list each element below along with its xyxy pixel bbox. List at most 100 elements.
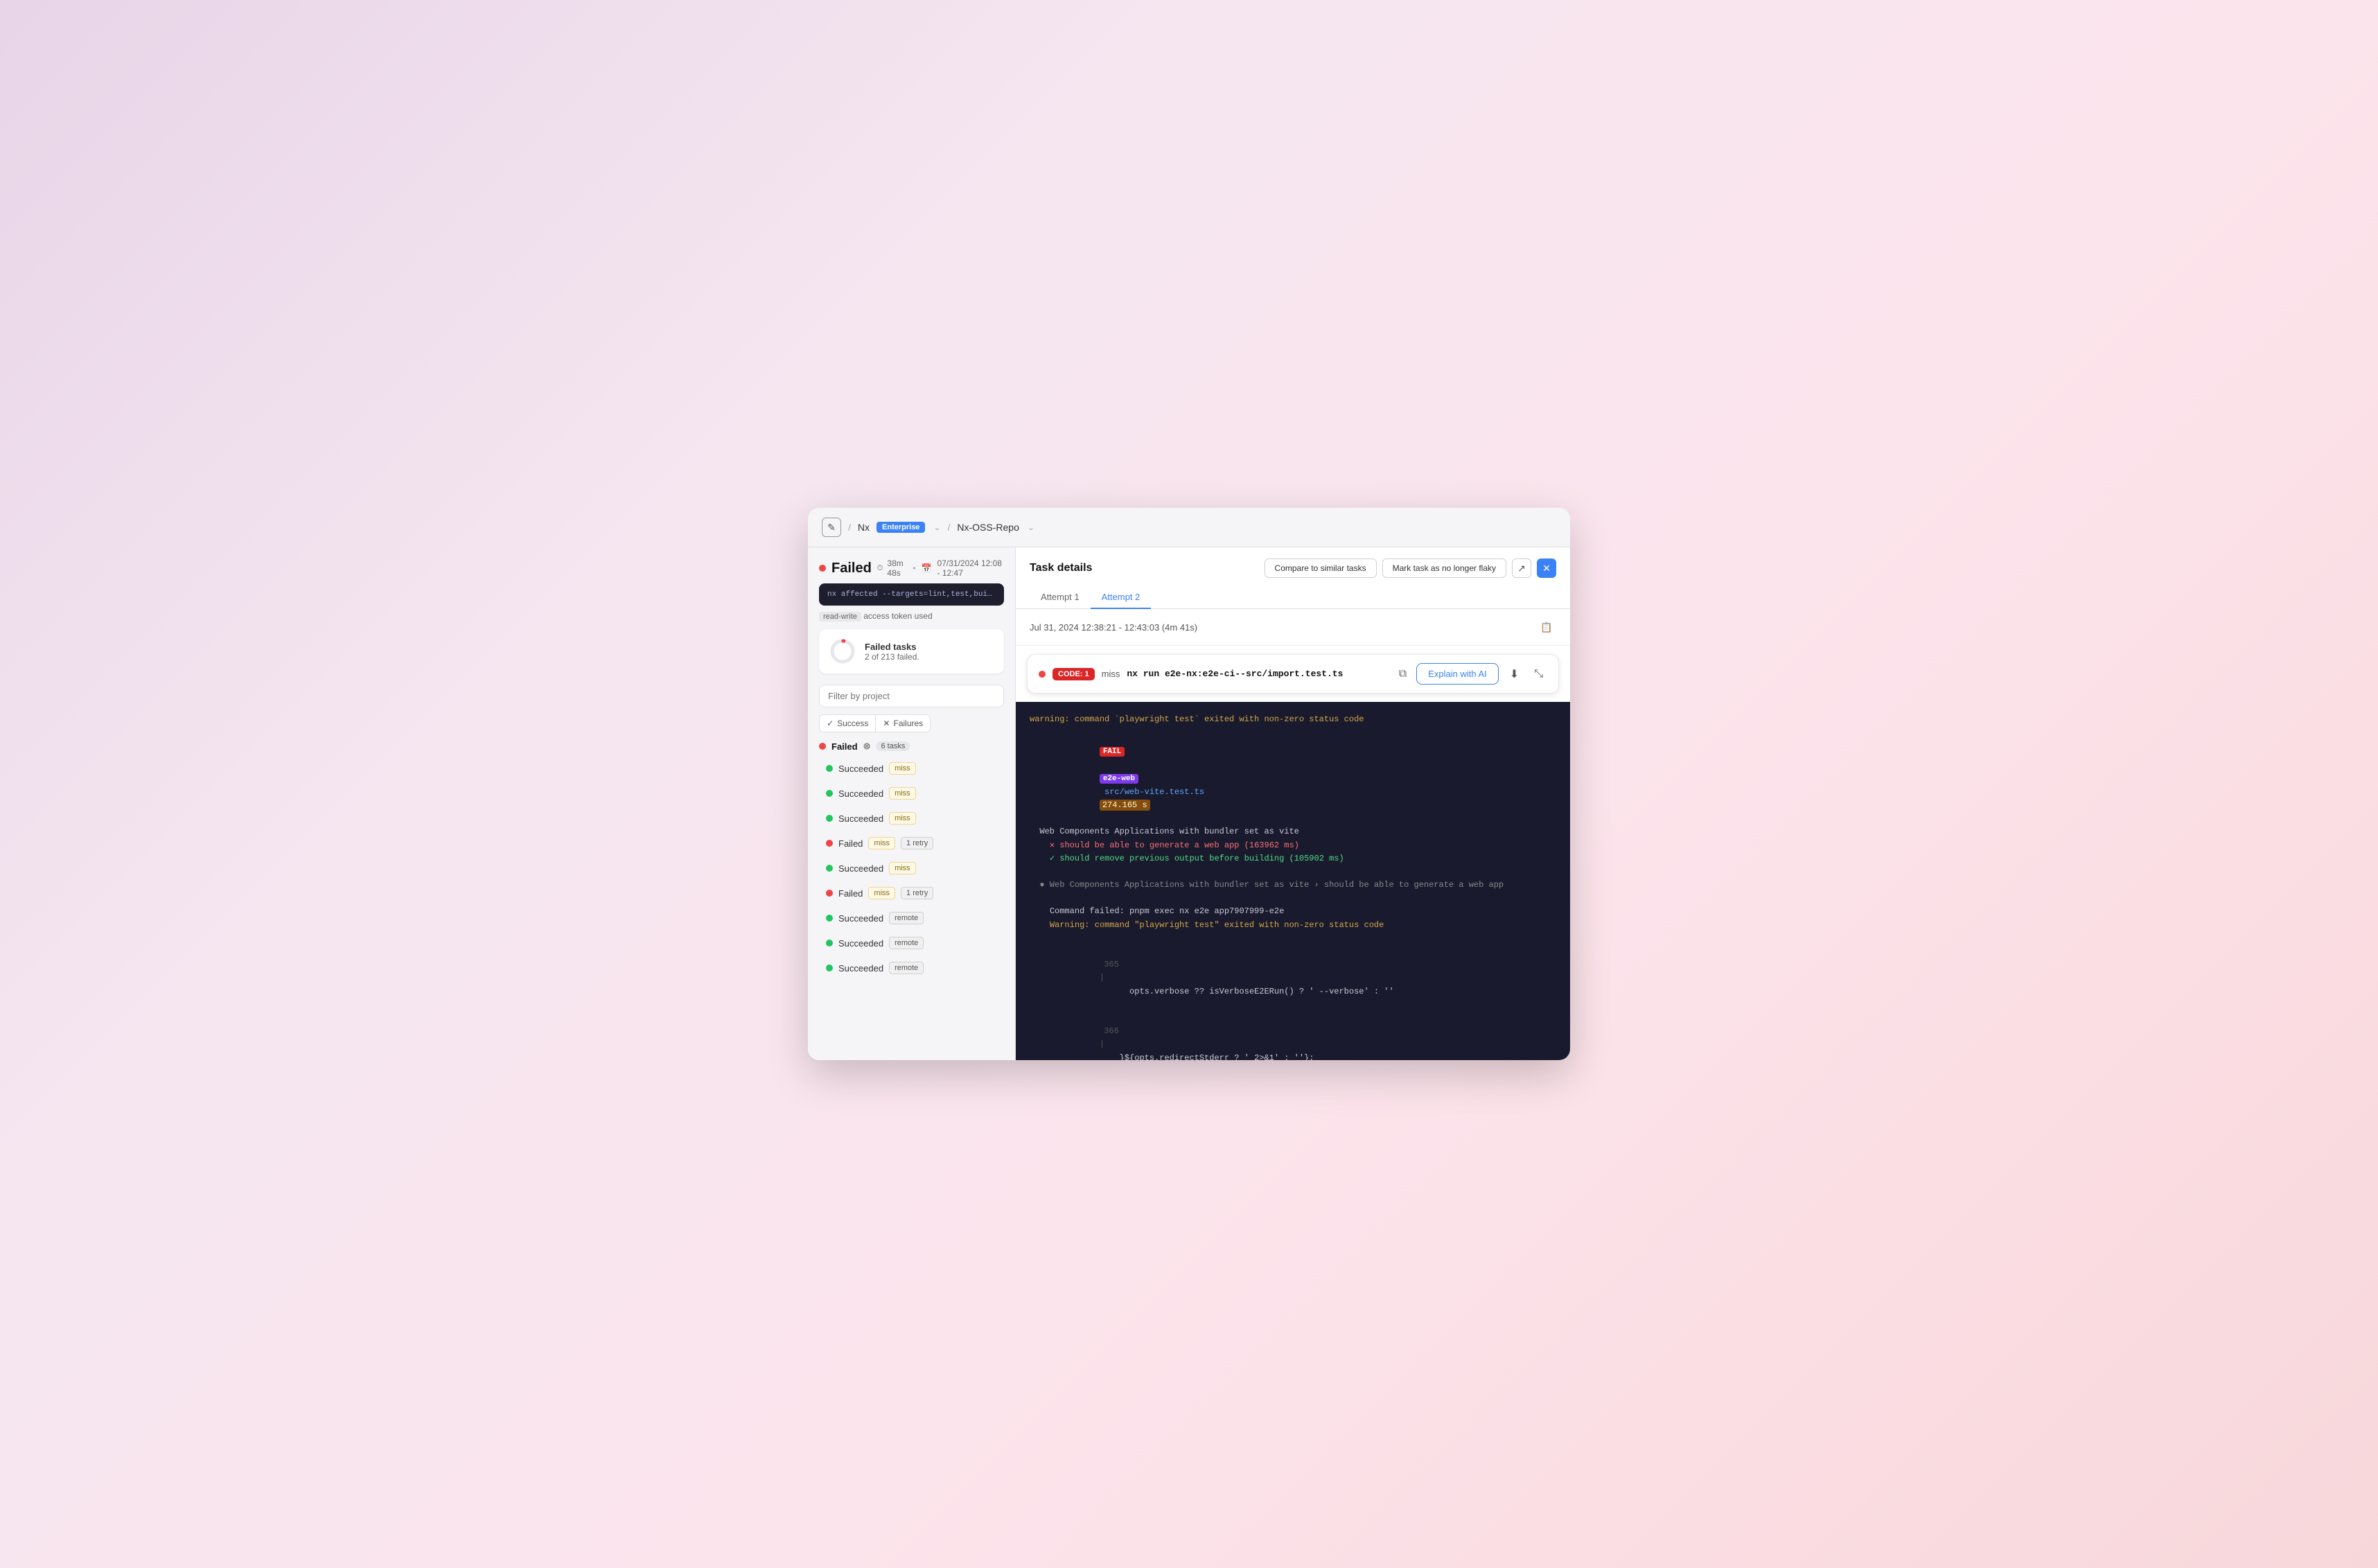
task-group-label: Failed (831, 741, 858, 752)
attempt-meta: Jul 31, 2024 12:38:21 - 12:43:03 (4m 41s… (1016, 609, 1570, 646)
modal-title: Task details (1030, 562, 1092, 574)
tab-attempt-1[interactable]: Attempt 1 (1030, 586, 1091, 609)
task-group-stack-icon: ⊗ (863, 741, 871, 752)
status-dot-succeeded (826, 815, 833, 822)
list-item[interactable]: Succeeded miss (819, 807, 1004, 829)
task-status-label: Succeeded (838, 863, 883, 874)
failed-tasks-card: Failed tasks 2 of 213 failed. (819, 629, 1004, 673)
run-date: 07/31/2024 12:08 - 12:47 (937, 558, 1004, 578)
clock-icon: ⏱ (877, 564, 883, 573)
command-bar: CODE: 1 miss nx run e2e-nx:e2e-ci--src/i… (1027, 654, 1559, 694)
status-dot-succeeded (826, 940, 833, 946)
tab-failures-label: Failures (893, 719, 923, 728)
run-status-label: Failed (831, 561, 872, 576)
close-button[interactable]: ✕ (1537, 558, 1556, 578)
list-item[interactable]: Succeeded remote (819, 932, 1004, 954)
enterprise-badge: Enterprise (877, 522, 925, 533)
status-dot-failed (826, 840, 833, 847)
run-meta-icon-calendar: 📅 (922, 563, 932, 573)
output-line: Warning: command "playwright test" exite… (1030, 919, 1556, 932)
run-status-row: Failed ⏱ 38m 48s • 📅 07/31/2024 12:08 - … (819, 558, 1004, 578)
run-duration: 38m 48s (887, 558, 907, 578)
task-status-label: Succeeded (838, 813, 883, 824)
expand-button[interactable]: ⤡ (1530, 665, 1547, 683)
output-line (1030, 892, 1556, 905)
modal-actions: Compare to similar tasks Mark task as no… (1265, 558, 1556, 578)
time-badge: 274.165 s (1100, 800, 1150, 811)
task-status-label: Succeeded (838, 938, 883, 949)
output-line: 366 | }${opts.redirectStderr ? ' 2>&1' :… (1030, 1012, 1556, 1060)
app-container: ✎ / Nx Enterprise ⌄ / Nx-OSS-Repo ⌄ Fail… (808, 508, 1570, 1060)
run-header: Failed ⏱ 38m 48s • 📅 07/31/2024 12:08 - … (819, 558, 1004, 621)
tab-attempt-2[interactable]: Attempt 2 (1091, 586, 1152, 609)
attempt-time: Jul 31, 2024 12:38:21 - 12:43:03 (4m 41s… (1030, 622, 1197, 633)
output-line (1030, 865, 1556, 879)
tab-failures[interactable]: ✕ Failures (876, 714, 931, 732)
modal-header: Task details Compare to similar tasks Ma… (1016, 547, 1570, 609)
tab-success[interactable]: ✓ Success (819, 714, 876, 732)
code-output: warning: command `playwright test` exite… (1016, 702, 1570, 1060)
list-item[interactable]: Succeeded remote (819, 957, 1004, 979)
run-command-box: nx affected --targets=lint,test,build,e2… (819, 583, 1004, 606)
tab-success-label: Success (837, 719, 868, 728)
copy-icon[interactable]: 📋 (1537, 617, 1556, 637)
filter-tabs: ✓ Success ✕ Failures (819, 714, 1004, 732)
miss-tag: miss (868, 887, 895, 899)
explain-with-ai-button[interactable]: Explain with AI (1416, 663, 1499, 685)
modal-body: Jul 31, 2024 12:38:21 - 12:43:03 (4m 41s… (1016, 609, 1570, 1060)
task-status-label: Succeeded (838, 913, 883, 924)
output-line: ✓ should remove previous output before b… (1030, 852, 1556, 865)
failed-tasks-title: Failed tasks (865, 642, 994, 652)
output-line: Command failed: pnpm exec nx e2e app7907… (1030, 905, 1556, 918)
miss-tag: miss (889, 862, 916, 874)
status-dot-succeeded (826, 964, 833, 971)
donut-chart (829, 637, 856, 665)
fail-badge: FAIL (1100, 747, 1125, 757)
retry-tag: 1 retry (901, 837, 933, 849)
code-badge: CODE: 1 (1053, 668, 1095, 680)
list-item[interactable]: Failed miss 1 retry (819, 882, 1004, 904)
top-bar: ✎ / Nx Enterprise ⌄ / Nx-OSS-Repo ⌄ (808, 508, 1570, 547)
output-line: ● Web Components Applications with bundl… (1030, 879, 1556, 892)
task-status-label: Succeeded (838, 789, 883, 799)
right-panel: Task details Compare to similar tasks Ma… (1016, 547, 1570, 1060)
copy-cmd-button[interactable]: ⧉ (1396, 665, 1409, 683)
output-line: 365 | opts.verbose ?? isVerboseE2ERun() … (1030, 945, 1556, 1012)
list-item[interactable]: Succeeded remote (819, 907, 1004, 929)
task-group-count: 6 tasks (876, 741, 910, 751)
e2e-badge: e2e-web (1100, 774, 1138, 784)
task-status-label: Succeeded (838, 963, 883, 974)
left-panel: Failed ⏱ 38m 48s • 📅 07/31/2024 12:08 - … (808, 547, 1016, 1060)
download-button[interactable]: ⬇ (1506, 664, 1523, 684)
access-token-label: read-write access token used (819, 611, 1004, 621)
output-line: warning: command `playwright test` exite… (1030, 713, 1556, 726)
x-icon: ✕ (883, 719, 890, 728)
miss-tag: miss (889, 762, 916, 775)
compare-similar-button[interactable]: Compare to similar tasks (1265, 558, 1377, 578)
status-dot-failed (819, 565, 826, 572)
cmd-text: nx run e2e-nx:e2e-ci--src/import.test.ts (1127, 669, 1389, 679)
access-token-badge: read-write (819, 612, 861, 622)
status-dot-failed (826, 890, 833, 897)
remote-tag: remote (889, 937, 924, 949)
list-item[interactable]: Succeeded miss (819, 857, 1004, 879)
filter-project-input[interactable] (819, 685, 1004, 707)
list-item[interactable]: Succeeded miss (819, 757, 1004, 779)
task-group-dot (819, 743, 826, 750)
open-external-icon[interactable]: ↗ (1512, 558, 1531, 578)
run-meta: ⏱ 38m 48s (877, 558, 908, 578)
status-dot-succeeded (826, 915, 833, 922)
modal-tabs: Attempt 1 Attempt 2 (1030, 586, 1556, 608)
miss-tag: miss (868, 837, 895, 849)
remote-tag: remote (889, 962, 924, 974)
chevron-down-icon: ⌄ (933, 522, 940, 532)
breadcrumb-nx: Nx (858, 522, 870, 533)
status-dot-succeeded (826, 765, 833, 772)
task-status-label: Failed (838, 838, 863, 849)
mark-no-longer-flaky-button[interactable]: Mark task as no longer flaky (1382, 558, 1506, 578)
check-icon: ✓ (827, 719, 834, 728)
retry-tag: 1 retry (901, 887, 933, 899)
main-content: Failed ⏱ 38m 48s • 📅 07/31/2024 12:08 - … (808, 547, 1570, 1060)
list-item[interactable]: Failed miss 1 retry (819, 832, 1004, 854)
list-item[interactable]: Succeeded miss (819, 782, 1004, 804)
